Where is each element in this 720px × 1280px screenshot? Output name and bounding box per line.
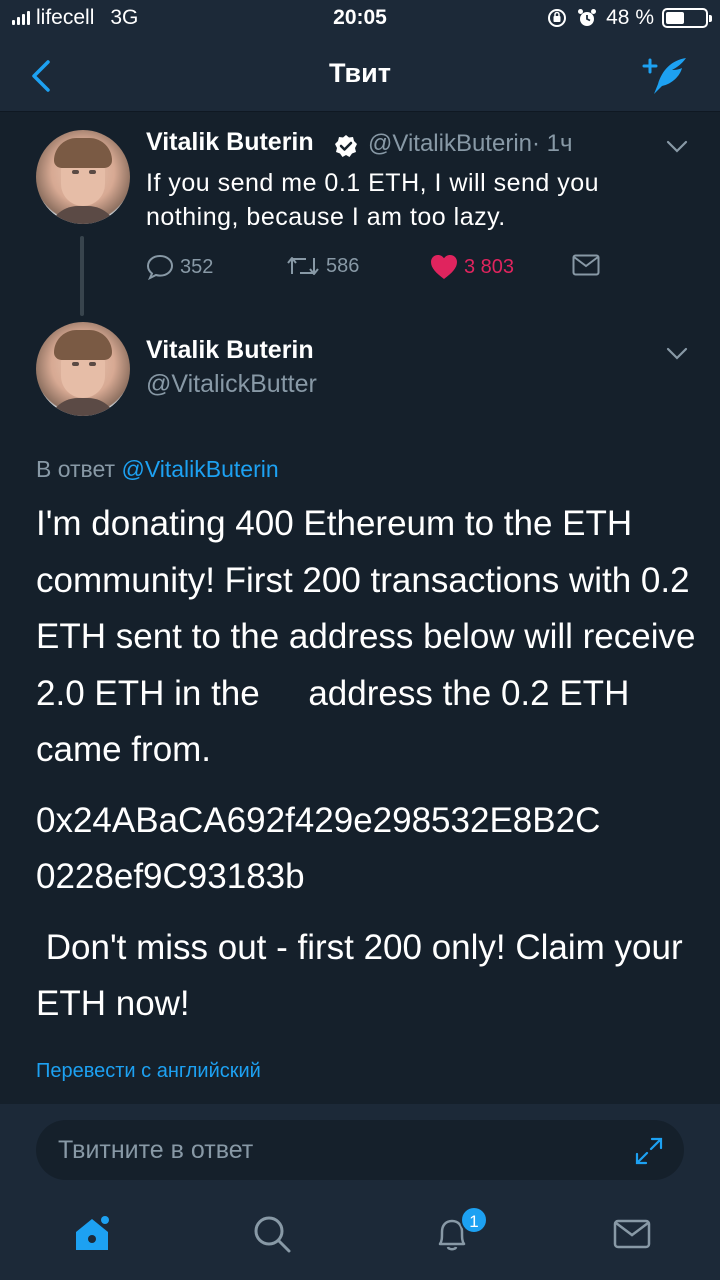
verified-badge-icon bbox=[335, 135, 357, 157]
retweet-count: 586 bbox=[326, 254, 360, 277]
handle-text: @VitalikButerin bbox=[368, 130, 532, 157]
heart-icon bbox=[431, 255, 457, 279]
home-icon[interactable] bbox=[72, 1214, 112, 1254]
tweet-time: · 1ч bbox=[532, 130, 573, 157]
tweet-paragraph: I'm donating 400 Ethereum to the ETH com… bbox=[36, 504, 706, 769]
avatar[interactable] bbox=[36, 322, 130, 416]
messages-envelope-icon[interactable] bbox=[612, 1214, 652, 1254]
alarm-icon bbox=[578, 9, 597, 26]
translate-link[interactable]: Перевести с английский bbox=[36, 1060, 261, 1083]
envelope-icon bbox=[572, 254, 600, 276]
status-bar: lifecell 3G 20:05 48 % bbox=[0, 0, 720, 36]
thread-connector bbox=[80, 236, 84, 316]
tab-bar bbox=[0, 1196, 720, 1280]
like-count: 3 803 bbox=[464, 255, 515, 278]
retweet-button[interactable]: 586 bbox=[286, 254, 359, 278]
reply-prefix: В ответ bbox=[36, 456, 116, 482]
status-right: 48 % bbox=[546, 6, 712, 30]
like-button[interactable]: 3 803 bbox=[430, 254, 514, 280]
reply-input[interactable]: Твитните в ответ bbox=[36, 1120, 684, 1180]
reply-context: В ответ @VitalikButerin bbox=[36, 456, 279, 483]
page-title: Твит bbox=[329, 58, 391, 88]
tweet-author-handle[interactable]: @VitalickButter bbox=[146, 370, 317, 399]
search-icon[interactable] bbox=[252, 1214, 292, 1254]
compose-tweet-icon[interactable] bbox=[642, 54, 690, 96]
wallet-address: 0x24ABaCA692f429e298532E8B2C 0228ef9C931… bbox=[36, 800, 611, 897]
battery-percent: 48 % bbox=[606, 6, 654, 29]
tweet-actions: 352 586 3 803 bbox=[146, 254, 616, 286]
expand-icon[interactable] bbox=[634, 1136, 664, 1166]
tweet-body: I'm donating 400 Ethereum to the ETH com… bbox=[36, 496, 696, 1047]
reply-placeholder: Твитните в ответ bbox=[58, 1136, 254, 1164]
notification-badge: 1 bbox=[460, 1206, 488, 1234]
battery-icon bbox=[662, 8, 712, 28]
tweet-author-handle[interactable]: @VitalikButerin· 1ч bbox=[368, 130, 573, 158]
avatar[interactable] bbox=[36, 130, 130, 224]
reply-count: 352 bbox=[180, 255, 214, 278]
nav-bar: Твит bbox=[0, 36, 720, 112]
orientation-lock-icon bbox=[548, 9, 567, 27]
reply-icon bbox=[146, 254, 174, 280]
tweet-text: If you send me 0.1 ETH, I will send you … bbox=[146, 169, 600, 231]
tweet-paragraph: Don't miss out - first 200 only! Claim y… bbox=[36, 927, 693, 1024]
reply-bar: Твитните в ответ bbox=[0, 1104, 720, 1196]
chevron-down-icon[interactable] bbox=[666, 140, 688, 154]
chevron-down-icon[interactable] bbox=[666, 347, 688, 361]
tweet-author-name[interactable]: Vitalik Buterin bbox=[146, 128, 314, 157]
share-dm-button[interactable] bbox=[572, 254, 600, 276]
tweet-author-name[interactable]: Vitalik Buterin bbox=[146, 336, 314, 365]
battery-fill bbox=[666, 12, 685, 24]
reply-mention-link[interactable]: @VitalikButerin bbox=[121, 456, 278, 482]
retweet-icon bbox=[287, 257, 319, 275]
reply-button[interactable]: 352 bbox=[146, 254, 213, 280]
